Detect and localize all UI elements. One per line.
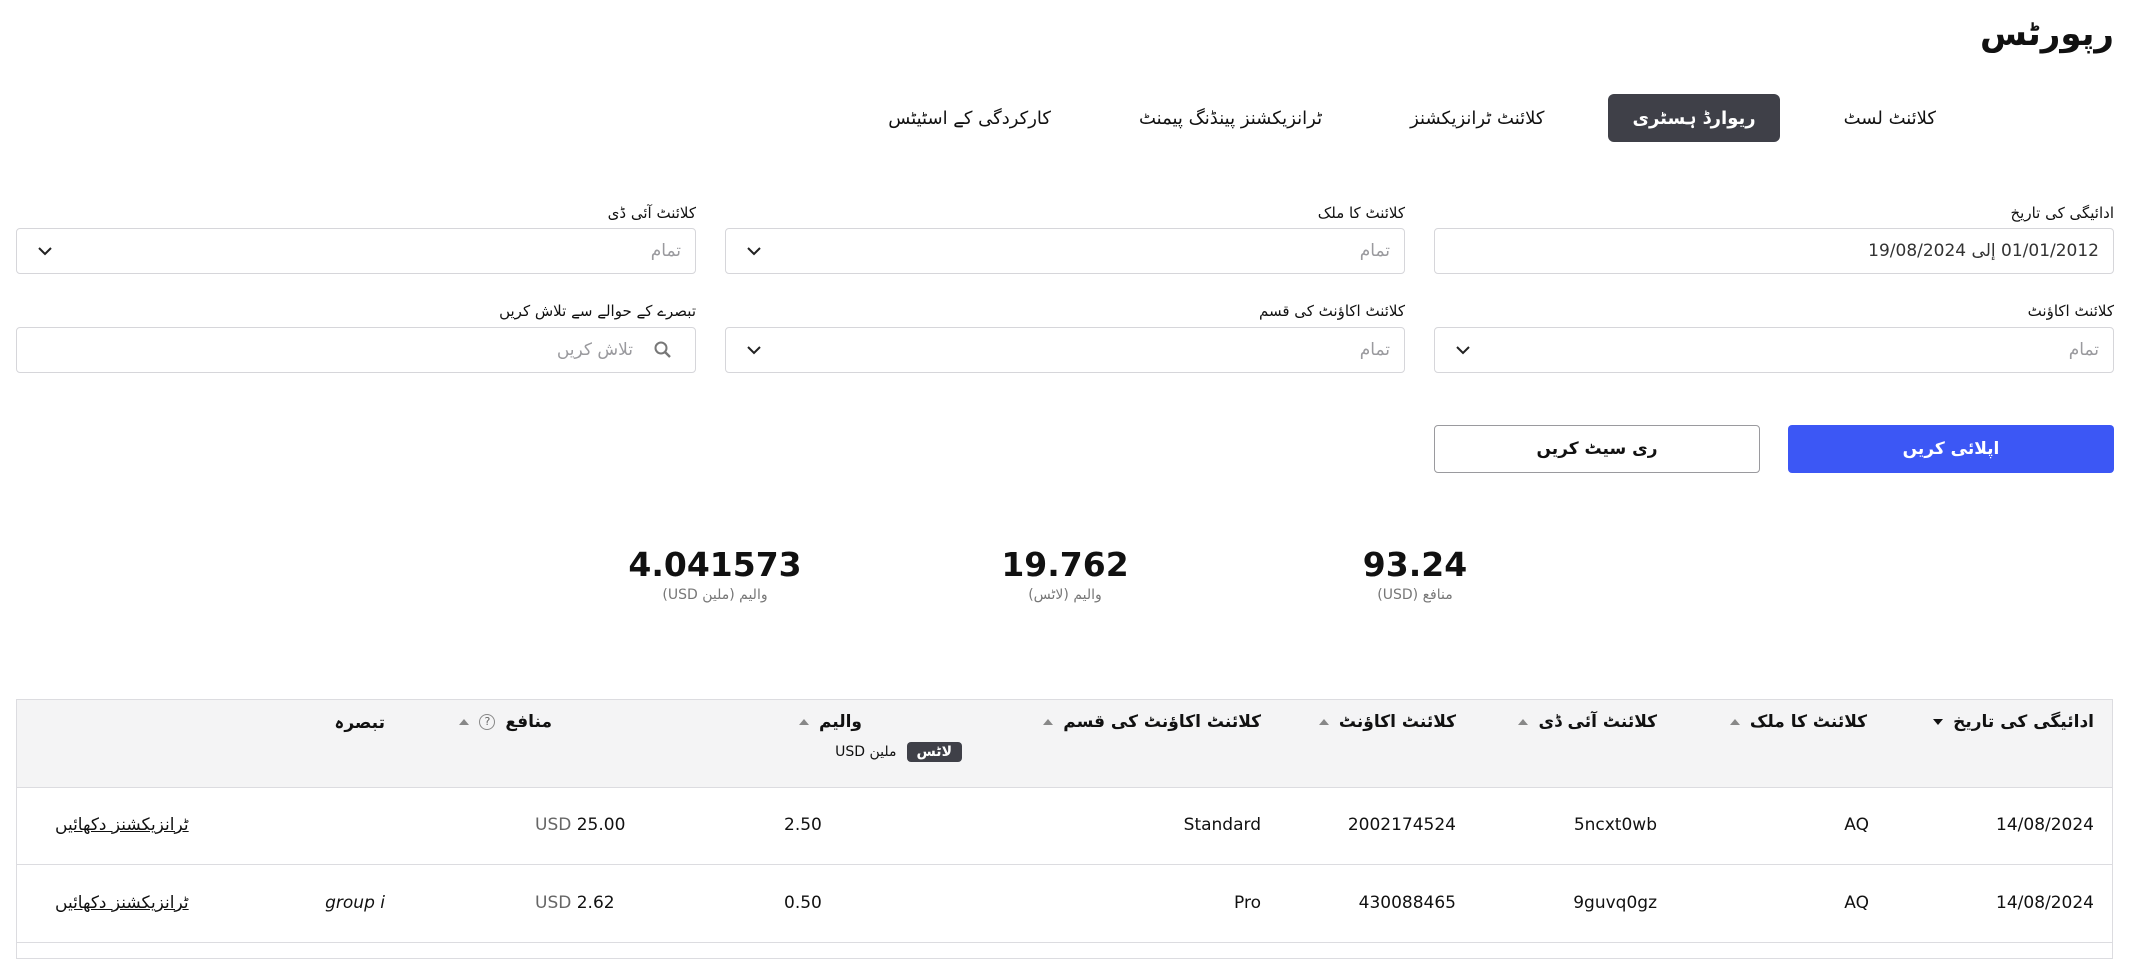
tab-reward-history[interactable]: ریوارڈ ہسٹری — [1608, 94, 1780, 142]
show-transactions-link[interactable]: ٹرانزیکشنز دکھائیں — [55, 815, 189, 835]
profit-value: 25.00 — [576, 815, 626, 835]
sort-icon — [798, 719, 809, 725]
stat-volume-usd-label: والیم (ملین USD) — [662, 587, 768, 603]
cell-date: 14/08/2024 — [1996, 893, 2094, 913]
account-type-placeholder: تمام — [1359, 340, 1390, 360]
client-id-placeholder: تمام — [650, 241, 681, 261]
tab-pending-payment[interactable]: ٹرانزیکشنز پینڈنگ پیمنٹ — [1115, 94, 1346, 142]
cell-account-type: Pro — [1234, 893, 1261, 913]
client-account-placeholder: تمام — [2068, 340, 2099, 360]
header-label: تبصرہ — [334, 713, 385, 733]
client-id-label: کلائنٹ آئی ڈی — [607, 204, 696, 222]
header-label: منافع — [505, 712, 552, 732]
currency-label: USD — [535, 893, 572, 913]
header-label: کلائنٹ کا ملک — [1749, 712, 1867, 732]
header-account-type[interactable]: کلائنٹ اکاؤنٹ کی قسم — [1043, 712, 1261, 732]
cell-country: AQ — [1844, 815, 1869, 835]
stat-volume-lots-label: والیم (لاٹس) — [1028, 587, 1102, 603]
stat-profit-label: منافع (USD) — [1377, 587, 1453, 603]
client-id-select[interactable]: تمام — [16, 228, 696, 274]
tab-client-transactions[interactable]: کلائنٹ ٹرانزیکشنز — [1386, 94, 1568, 142]
stat-profit-value: 93.24 — [1362, 545, 1468, 584]
header-country[interactable]: کلائنٹ کا ملک — [1729, 712, 1867, 732]
sort-icon — [1318, 719, 1329, 725]
unit-million-usd-option[interactable]: ملین USD — [835, 744, 896, 760]
help-icon[interactable]: ? — [479, 714, 496, 730]
table-row: 14/08/2024 AQ 5ncxt0wb 2002174524 Standa… — [17, 787, 2112, 865]
account-type-label: کلائنٹ اکاؤنٹ کی قسم — [1258, 302, 1405, 320]
currency-label: USD — [535, 815, 572, 835]
stat-volume-lots: 19.762 والیم (لاٹس) — [945, 545, 1185, 603]
rewards-table: ادائیگی کی تاریخ کلائنٹ کا ملک کلائنٹ آئ… — [16, 699, 2113, 959]
header-client-id[interactable]: کلائنٹ آئی ڈی — [1518, 712, 1657, 732]
header-label: کلائنٹ اکاؤنٹ کی قسم — [1063, 712, 1261, 732]
chevron-down-icon — [747, 346, 761, 355]
header-comment: تبصرہ — [334, 712, 385, 733]
report-tabs: کلائنٹ لسٹ ریوارڈ ہسٹری کلائنٹ ٹرانزیکشن… — [824, 94, 1960, 142]
stat-volume-usd-value: 4.041573 — [628, 545, 802, 584]
cell-volume: 2.50 — [784, 815, 822, 835]
cell-account: 430088465 — [1358, 893, 1456, 913]
cell-account-type: Standard — [1183, 815, 1261, 835]
header-payment-date[interactable]: ادائیگی کی تاریخ — [1933, 712, 2094, 732]
tab-client-list[interactable]: کلائنٹ لسٹ — [1820, 94, 1960, 142]
chevron-down-icon — [747, 247, 761, 256]
volume-unit-toggle: لاٹس ملین USD — [835, 742, 962, 762]
comment-search-label: تبصرے کے حوالے سے تلاش کریں — [499, 302, 696, 320]
sort-desc-icon — [1933, 719, 1944, 725]
comment-search-input[interactable]: تلاش کریں — [16, 327, 696, 373]
tab-performance-status[interactable]: کارکردگی کے اسٹیٹس — [864, 94, 1075, 142]
comment-search-placeholder: تلاش کریں — [556, 340, 633, 360]
payment-date-value: 01/01/2012 إلى 19/08/2024 — [1868, 241, 2099, 261]
cell-profit: USD 2.62 — [535, 893, 615, 913]
profit-value: 2.62 — [576, 893, 615, 913]
header-profit[interactable]: منافع? — [459, 712, 552, 732]
sort-icon — [1518, 719, 1529, 725]
stat-profit: 93.24 منافع (USD) — [1295, 545, 1535, 603]
client-country-select[interactable]: تمام — [725, 228, 1405, 274]
header-label: کلائنٹ اکاؤنٹ — [1338, 712, 1456, 732]
table-header: ادائیگی کی تاریخ کلائنٹ کا ملک کلائنٹ آئ… — [17, 700, 2112, 788]
header-label: ادائیگی کی تاریخ — [1953, 712, 2094, 732]
client-account-label: کلائنٹ اکاؤنٹ — [2027, 302, 2114, 320]
chevron-down-icon — [38, 247, 52, 256]
cell-client-id: 9guvq0gz — [1573, 893, 1657, 913]
cell-account: 2002174524 — [1347, 815, 1456, 835]
payment-date-field[interactable]: 01/01/2012 إلى 19/08/2024 — [1434, 228, 2114, 274]
stat-volume-usd: 4.041573 والیم (ملین USD) — [595, 545, 835, 603]
client-account-select[interactable]: تمام — [1434, 327, 2114, 373]
client-country-label: کلائنٹ کا ملک — [1317, 204, 1405, 222]
account-type-select[interactable]: تمام — [725, 327, 1405, 373]
payment-date-label: ادائیگی کی تاریخ — [2010, 204, 2114, 222]
header-label: کلائنٹ آئی ڈی — [1538, 712, 1657, 732]
page-title: رپورٹس — [1979, 14, 2114, 54]
search-icon — [654, 341, 671, 358]
unit-lots-option[interactable]: لاٹس — [906, 742, 962, 762]
cell-client-id: 5ncxt0wb — [1573, 815, 1657, 835]
header-volume[interactable]: والیم — [798, 712, 862, 732]
table-row: 14/08/2024 AQ 9guvq0gz 430088465 Pro 0.5… — [17, 865, 2112, 943]
cell-comment: group i — [325, 893, 385, 913]
apply-button[interactable]: اپلائی کریں — [1788, 425, 2114, 473]
cell-profit: USD 25.00 — [535, 815, 625, 835]
header-label: والیم — [818, 712, 862, 732]
sort-icon — [459, 719, 470, 725]
sort-icon — [1729, 719, 1740, 725]
sort-icon — [1043, 719, 1054, 725]
client-country-placeholder: تمام — [1359, 241, 1390, 261]
header-account[interactable]: کلائنٹ اکاؤنٹ — [1318, 712, 1456, 732]
cell-country: AQ — [1844, 893, 1869, 913]
chevron-down-icon — [1456, 346, 1470, 355]
cell-date: 14/08/2024 — [1996, 815, 2094, 835]
cell-volume: 0.50 — [784, 893, 822, 913]
show-transactions-link[interactable]: ٹرانزیکشنز دکھائیں — [55, 893, 189, 913]
stat-volume-lots-value: 19.762 — [1001, 545, 1129, 584]
reset-button[interactable]: ری سیٹ کریں — [1434, 425, 1760, 473]
